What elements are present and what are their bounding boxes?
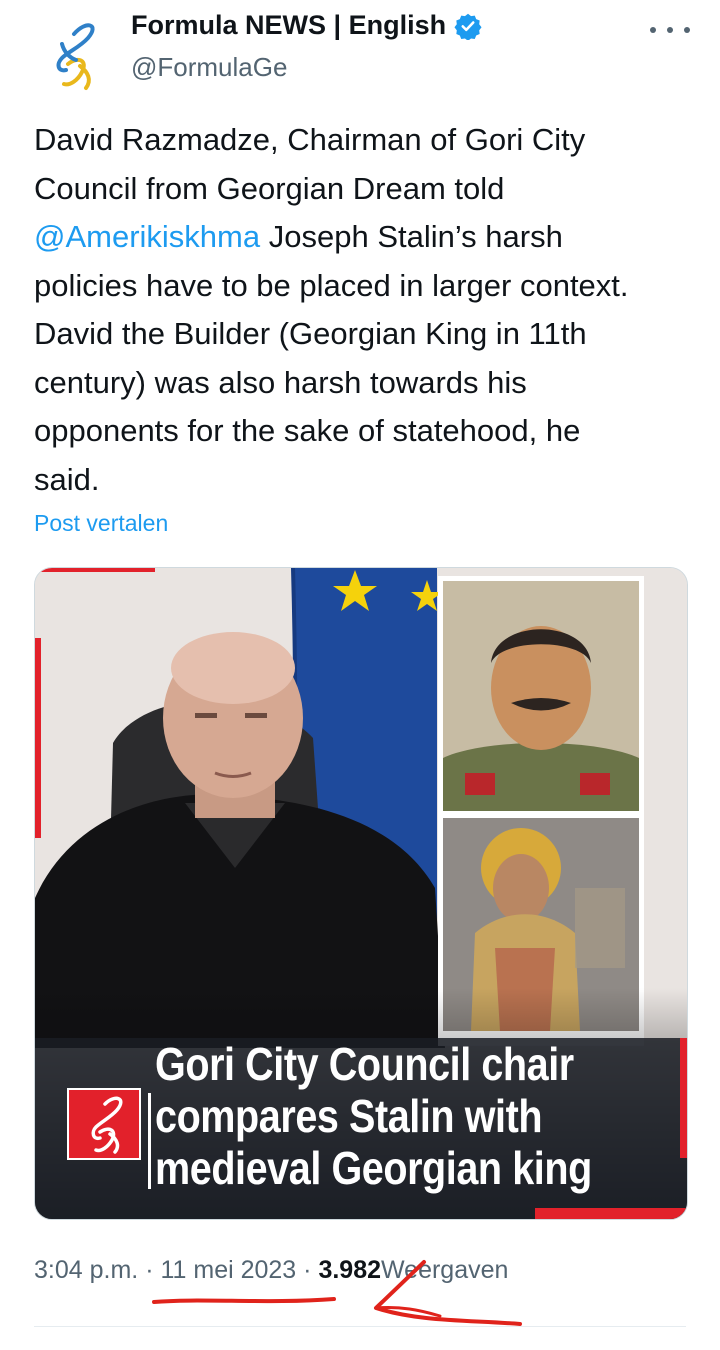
tweet-line: century) was also harsh towards his <box>34 364 527 400</box>
views-label: Weergaven <box>381 1256 509 1284</box>
more-options-icon[interactable] <box>650 16 690 44</box>
avatar[interactable] <box>34 14 116 96</box>
mention-link[interactable]: @Amerikiskhma <box>34 219 260 254</box>
tweet-media-image[interactable]: Gori City Council chair compares Stalin … <box>34 567 688 1220</box>
section-divider <box>34 1326 686 1327</box>
verified-badge-icon <box>454 13 482 40</box>
tweet-line: Council from Georgian Dream told <box>34 170 505 206</box>
tweet-line: opponents for the sake of statehood, he <box>34 413 581 448</box>
headline-line: Gori City Council chair <box>155 1038 574 1090</box>
headline-line: compares Stalin with <box>155 1090 543 1142</box>
formula-logo-icon <box>56 23 95 90</box>
tweet-text: David Razmadze, Chairman of Gori City Co… <box>34 116 684 504</box>
tweet-meta: 3:04 p.m. · 11 mei 2023 · 3.982Weergaven <box>34 1256 508 1285</box>
translate-post-link[interactable]: Post vertalen <box>34 510 168 537</box>
tweet-line: David the Builder (Georgian King in 11th <box>34 316 587 351</box>
logo-divider <box>148 1093 151 1189</box>
display-name[interactable]: Formula NEWS | English <box>131 10 482 41</box>
tweet-line: policies have to be placed in larger con… <box>34 267 629 303</box>
tweet-time[interactable]: 3:04 p.m. <box>34 1256 138 1284</box>
headline-line: medieval Georgian king <box>155 1142 592 1194</box>
handle[interactable]: @FormulaGe <box>131 52 287 83</box>
date-underline-annotation <box>152 1297 336 1304</box>
meta-separator: · <box>303 1256 312 1284</box>
views-count[interactable]: 3.982 <box>318 1256 381 1284</box>
tweet-date[interactable]: 11 mei 2023 <box>160 1256 296 1284</box>
meta-separator: · <box>145 1256 154 1284</box>
display-name-text: Formula NEWS | English <box>131 10 447 40</box>
tweet-line: said. <box>34 461 100 497</box>
image-headline: Gori City Council chair compares Stalin … <box>155 1038 611 1194</box>
tweet-line: David Razmadze, Chairman of Gori City <box>34 122 586 157</box>
tweet-line: @Amerikiskhma Joseph Stalin’s harsh <box>34 219 563 254</box>
formula-logo-icon <box>67 1088 141 1160</box>
